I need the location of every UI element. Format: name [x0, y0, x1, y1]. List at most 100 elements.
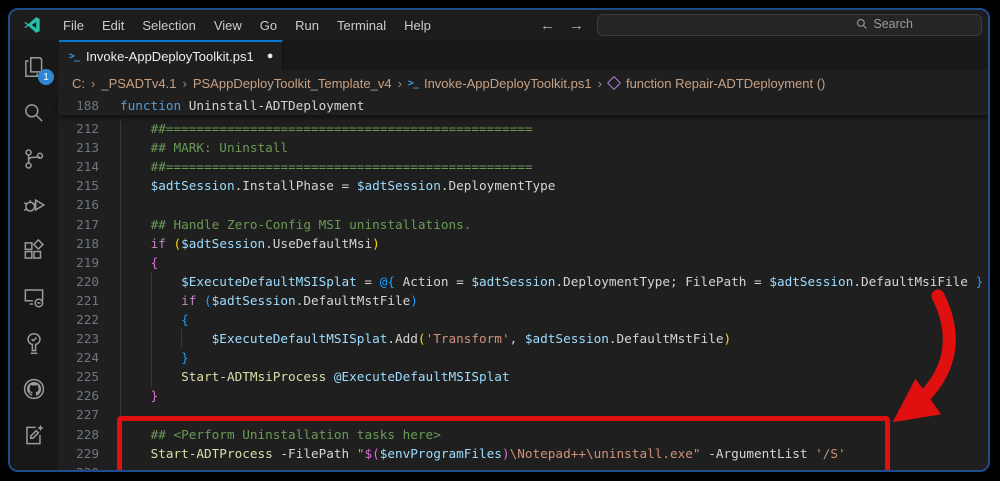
code-line-214[interactable]: 214 ##==================================…	[58, 157, 988, 176]
powershell-file-icon: >_	[69, 51, 79, 62]
line-number: 218	[58, 236, 99, 251]
remote-explorer-icon[interactable]	[19, 283, 49, 310]
testing-tree-icon[interactable]	[19, 329, 49, 356]
explorer-badge: 1	[38, 69, 54, 85]
tab-invoke-appdeploytoolkit[interactable]: >_ Invoke-AppDeployToolkit.ps1 ●	[59, 40, 283, 70]
code-line-217[interactable]: 217 ## Handle Zero-Config MSI uninstalla…	[58, 214, 988, 233]
breadcrumb-separator: ›	[91, 76, 95, 91]
code-line-213[interactable]: 213 ## MARK: Uninstall	[58, 138, 988, 157]
line-content: }	[99, 350, 189, 365]
source-control-icon[interactable]	[19, 145, 49, 172]
line-number: 215	[58, 178, 99, 193]
title-bar: FileEditSelectionViewGoRunTerminalHelp ←…	[10, 10, 988, 40]
line-content: $adtSession.InstallPhase = $adtSession.D…	[99, 178, 555, 193]
line-content: }	[99, 388, 158, 403]
command-center-search[interactable]: Search	[597, 14, 982, 36]
code-line-223[interactable]: 223 $ExecuteDefaultMSISplat.Add('Transfo…	[58, 329, 988, 348]
breadcrumb-segment[interactable]: PSAppDeployToolkit_Template_v4	[193, 76, 392, 91]
code-line-215[interactable]: 215 $adtSession.InstallPhase = $adtSessi…	[58, 176, 988, 195]
line-number: 227	[58, 407, 99, 422]
line-content: if ($adtSession.UseDefaultMsi)	[99, 236, 380, 251]
code-line-222[interactable]: 222 {	[58, 310, 988, 329]
nav-forward-button[interactable]: →	[569, 17, 584, 34]
tab-label: Invoke-AppDeployToolkit.ps1	[86, 49, 254, 64]
tab-bar: >_ Invoke-AppDeployToolkit.ps1 ●	[58, 40, 988, 70]
line-number: 221	[58, 293, 99, 308]
line-number: 228	[58, 427, 99, 442]
sticky-line-code: function Uninstall-ADTDeployment	[99, 98, 364, 113]
line-content: $ExecuteDefaultMSISplat = @{ Action = $a…	[99, 274, 983, 289]
line-number: 212	[58, 121, 99, 136]
copilot-edits-icon[interactable]	[19, 421, 49, 448]
menu-file[interactable]: File	[54, 15, 93, 36]
github-icon[interactable]	[19, 375, 49, 402]
menu-go[interactable]: Go	[251, 15, 286, 36]
line-content: ##======================================…	[99, 121, 533, 136]
line-content: $ExecuteDefaultMSISplat.Add('Transform',…	[99, 331, 731, 346]
line-content: ## <Perform Uninstallation tasks here>	[99, 427, 441, 442]
line-content: if ($adtSession.DefaultMstFile)	[99, 293, 418, 308]
sticky-line-number: 188	[58, 98, 99, 113]
code-line-216[interactable]: 216	[58, 195, 988, 214]
line-number: 224	[58, 350, 99, 365]
code-line-230[interactable]: 230	[58, 463, 988, 470]
menu-view[interactable]: View	[205, 15, 251, 36]
line-number: 217	[58, 217, 99, 232]
line-number: 229	[58, 446, 99, 461]
extensions-icon[interactable]	[19, 237, 49, 264]
line-content: ## MARK: Uninstall	[99, 140, 288, 155]
breadcrumb-separator: ›	[183, 76, 187, 91]
sticky-scroll-line[interactable]: 188 function Uninstall-ADTDeployment	[58, 96, 988, 115]
line-content: Start-ADTProcess -FilePath "$($envProgra…	[99, 446, 846, 461]
run-and-debug-icon[interactable]	[19, 191, 49, 218]
line-number: 214	[58, 159, 99, 174]
breadcrumb-segment[interactable]: C:	[72, 76, 85, 91]
code-line-226[interactable]: 226 }	[58, 386, 988, 405]
code-line-228[interactable]: 228 ## <Perform Uninstallation tasks her…	[58, 425, 988, 444]
menu-selection[interactable]: Selection	[133, 15, 204, 36]
code-lines: 212 ##==================================…	[58, 119, 988, 470]
line-content: Start-ADTMsiProcess @ExecuteDefaultMSISp…	[99, 369, 510, 384]
code-line-220[interactable]: 220 $ExecuteDefaultMSISplat = @{ Action …	[58, 272, 988, 291]
line-number: 225	[58, 369, 99, 384]
vscode-window: FileEditSelectionViewGoRunTerminalHelp ←…	[8, 8, 990, 472]
line-content: ## Handle Zero-Config MSI uninstallation…	[99, 217, 471, 232]
breadcrumb[interactable]: C: › _PSADTv4.1 › PSAppDeployToolkit_Templat…	[58, 70, 988, 96]
line-content: {	[99, 312, 189, 327]
code-line-212[interactable]: 212 ##==================================…	[58, 119, 988, 138]
breadcrumb-segment[interactable]: _PSADTv4.1	[101, 76, 176, 91]
line-number: 226	[58, 388, 99, 403]
code-line-218[interactable]: 218 if ($adtSession.UseDefaultMsi)	[58, 234, 988, 253]
search-icon	[856, 18, 868, 30]
menu-run[interactable]: Run	[286, 15, 328, 36]
code-line-224[interactable]: 224 }	[58, 348, 988, 367]
menu-terminal[interactable]: Terminal	[328, 15, 395, 36]
line-number: 223	[58, 331, 99, 346]
symbol-method-icon	[607, 76, 621, 90]
menu-help[interactable]: Help	[395, 15, 440, 36]
line-number: 213	[58, 140, 99, 155]
modified-dot-icon: ●	[267, 50, 274, 62]
line-number: 216	[58, 197, 99, 212]
breadcrumb-separator: ›	[598, 76, 602, 91]
breadcrumb-segment[interactable]: function Repair-ADTDeployment ()	[626, 76, 825, 91]
breadcrumb-segment[interactable]: Invoke-AppDeployToolkit.ps1	[424, 76, 592, 91]
line-number: 230	[58, 465, 99, 470]
code-line-221[interactable]: 221 if ($adtSession.DefaultMstFile)	[58, 291, 988, 310]
line-number: 220	[58, 274, 99, 289]
line-content: ##======================================…	[99, 159, 533, 174]
search-sidebar-icon[interactable]	[19, 99, 49, 126]
activity-bar: 1	[10, 40, 58, 470]
code-line-219[interactable]: 219 {	[58, 253, 988, 272]
menu-edit[interactable]: Edit	[93, 15, 133, 36]
line-number: 222	[58, 312, 99, 327]
vscode-logo-icon	[22, 15, 42, 35]
code-line-225[interactable]: 225 Start-ADTMsiProcess @ExecuteDefaultM…	[58, 367, 988, 386]
code-line-227[interactable]: 227	[58, 405, 988, 424]
explorer-icon[interactable]: 1	[19, 53, 49, 80]
code-line-229[interactable]: 229 Start-ADTProcess -FilePath "$($envPr…	[58, 444, 988, 463]
search-placeholder: Search	[873, 17, 913, 31]
nav-back-button[interactable]: ←	[540, 17, 555, 34]
breadcrumb-separator: ›	[398, 76, 402, 91]
code-editor[interactable]: 212 ##==================================…	[58, 117, 988, 470]
